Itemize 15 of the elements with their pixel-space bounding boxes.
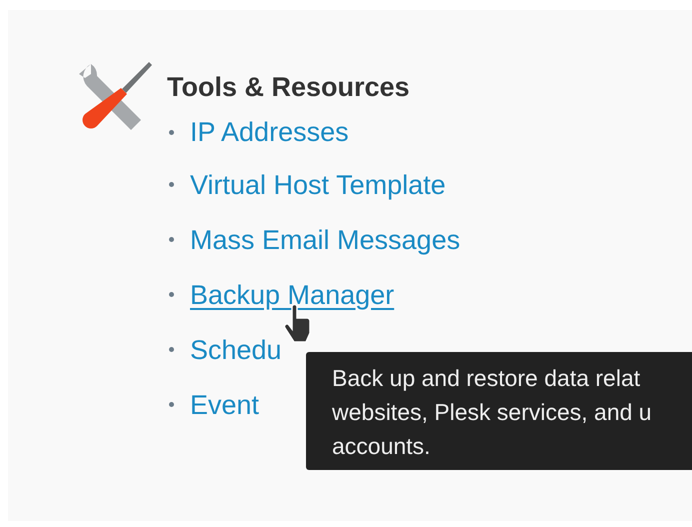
bullet — [169, 182, 174, 188]
tool-link[interactable]: IP Addresses — [190, 116, 349, 149]
bullet — [169, 347, 174, 352]
section-title: Tools & Resources — [167, 71, 411, 104]
tool-link[interactable]: Backup Manager — [190, 278, 394, 312]
bullet — [169, 402, 174, 408]
tool-link[interactable]: Mass Email Messages — [190, 224, 460, 256]
tool-link[interactable]: Event — [190, 388, 260, 422]
tools-icon — [77, 60, 153, 132]
tooltip: Back up and restore data relat websites, Plesk services, and u accounts. — [306, 352, 692, 470]
bullet — [169, 237, 174, 242]
tool-link[interactable]: Schedu — [190, 334, 282, 366]
bullet — [169, 130, 174, 135]
tool-link[interactable]: Virtual Host Template — [190, 168, 446, 202]
bullet — [169, 292, 174, 298]
